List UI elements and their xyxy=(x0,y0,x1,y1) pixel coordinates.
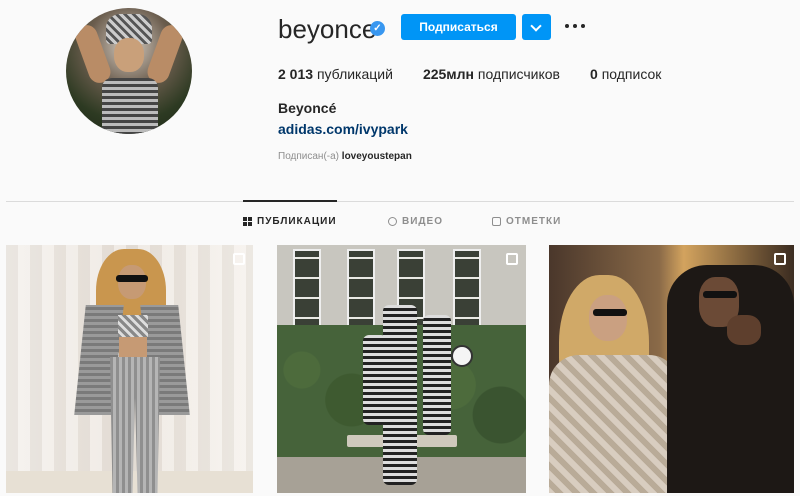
stat-following-label: подписок xyxy=(601,66,662,82)
multiple-photos-icon xyxy=(233,253,245,265)
person-top xyxy=(118,315,148,337)
verified-badge-icon: ✓ xyxy=(370,21,385,36)
sunglasses xyxy=(593,309,627,316)
stat-following-value: 0 xyxy=(590,66,598,82)
avatar-face xyxy=(114,38,144,72)
profile-full-name: Beyoncé xyxy=(278,100,337,116)
chevron-down-icon xyxy=(530,20,542,32)
tag-icon xyxy=(492,217,501,226)
bio-link[interactable]: adidas.com/ivypark xyxy=(278,121,408,137)
stat-posts-value: 2 013 xyxy=(278,66,314,82)
followed-by[interactable]: Подписан(-а) loveyoustepan xyxy=(278,151,412,162)
more-dot-icon xyxy=(581,24,585,28)
tab-tagged-label: ОТМЕТКИ xyxy=(506,216,562,227)
person-figure xyxy=(383,305,417,485)
stat-followers-value: 225млн xyxy=(422,66,475,82)
stat-following[interactable]: 0 подписок xyxy=(590,66,661,82)
person-waist xyxy=(119,337,147,357)
avatar-outfit xyxy=(102,78,158,134)
person-face xyxy=(118,265,146,299)
soccer-ball xyxy=(451,345,473,367)
post-thumbnail[interactable] xyxy=(277,245,526,493)
stat-posts-label: публикаций xyxy=(316,66,393,82)
tab-posts[interactable]: ПУБЛИКАЦИИ xyxy=(243,216,337,227)
more-options-button[interactable] xyxy=(564,17,586,35)
profile-avatar[interactable] xyxy=(66,8,192,134)
profile-stats: 2 013 публикаций 225млн подписчиков 0 по… xyxy=(278,66,691,82)
post-thumbnail[interactable] xyxy=(549,245,794,493)
profile-username: beyonce xyxy=(278,14,377,44)
multiple-photos-icon xyxy=(774,253,786,265)
tab-tagged[interactable]: ОТМЕТКИ xyxy=(492,216,561,227)
sunglasses xyxy=(703,291,737,298)
suggested-accounts-button[interactable] xyxy=(522,14,551,40)
follow-button[interactable]: Подписаться xyxy=(401,14,516,40)
more-dot-icon xyxy=(565,24,569,28)
stat-followers[interactable]: 225млн подписчиков xyxy=(423,66,560,82)
multiple-photos-icon xyxy=(506,253,518,265)
followed-by-user: loveyoustepan xyxy=(341,151,412,162)
person-figure xyxy=(423,315,451,435)
stat-followers-label: подписчиков xyxy=(477,66,560,82)
tabs-divider xyxy=(6,201,794,202)
video-icon xyxy=(388,217,397,226)
tab-video[interactable]: ВИДЕО xyxy=(388,216,443,227)
person-jacket xyxy=(549,355,679,493)
post-thumbnail[interactable] xyxy=(6,245,253,493)
person-face xyxy=(589,295,627,341)
more-dot-icon xyxy=(573,24,577,28)
person-hand xyxy=(727,315,761,345)
active-tab-indicator xyxy=(243,200,337,202)
stat-posts: 2 013 публикаций xyxy=(278,66,393,82)
sunglasses xyxy=(116,275,148,282)
tab-posts-label: ПУБЛИКАЦИИ xyxy=(257,216,337,227)
followed-by-prefix: Подписан(-а) xyxy=(278,151,340,162)
grid-icon xyxy=(243,217,252,226)
tab-video-label: ВИДЕО xyxy=(402,216,443,227)
